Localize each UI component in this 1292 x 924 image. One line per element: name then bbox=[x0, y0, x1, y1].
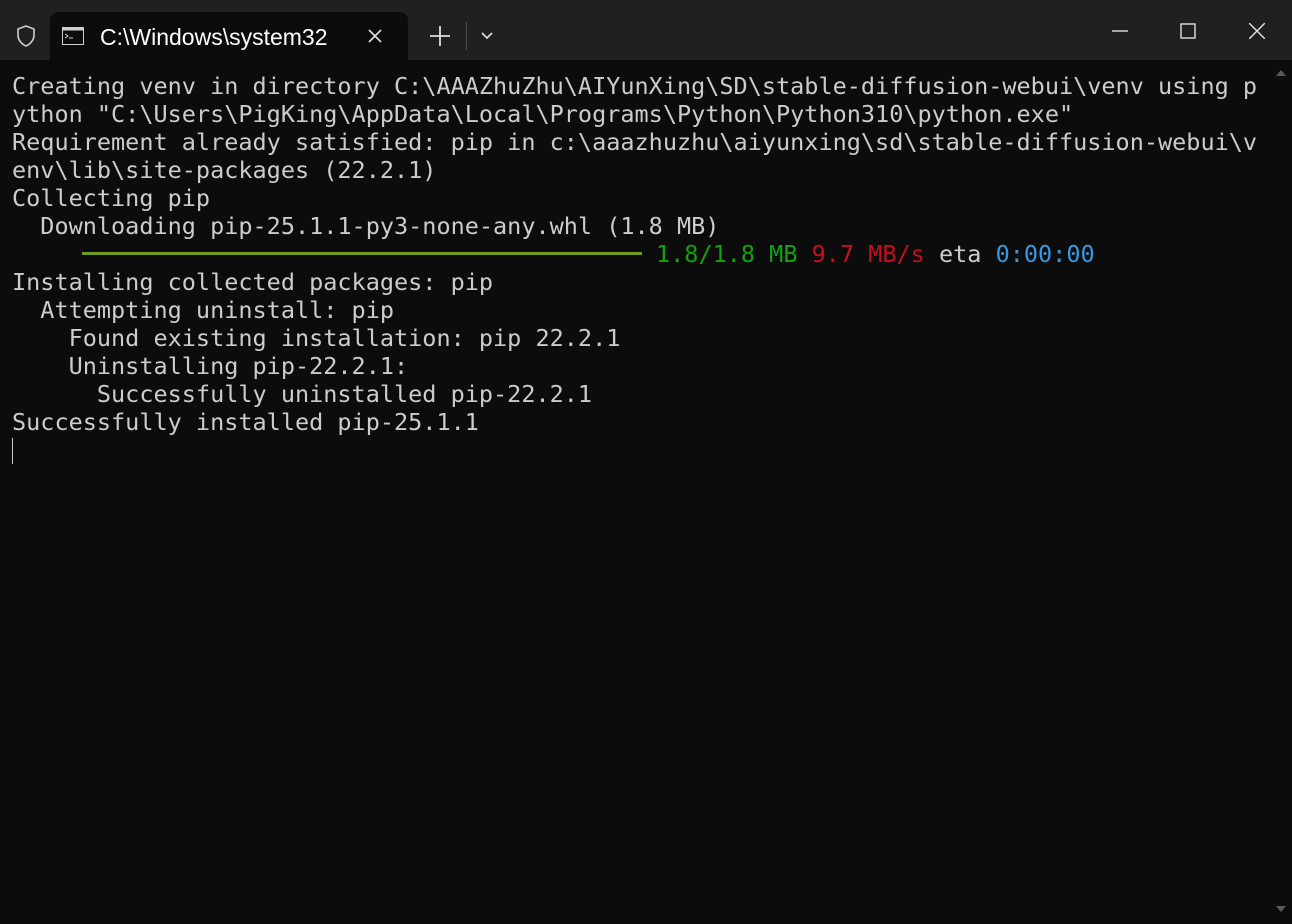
terminal-line: Creating venv in directory C:\AAAZhuZhu\… bbox=[12, 72, 1258, 100]
download-speed: 9.7 MB/s bbox=[811, 240, 925, 268]
chevron-down-icon bbox=[481, 32, 493, 40]
terminal-line: ython "C:\Users\PigKing\AppData\Local\Pr… bbox=[12, 100, 1074, 128]
console-icon bbox=[62, 27, 84, 45]
tab-command-prompt[interactable]: C:\Windows\system32 bbox=[50, 12, 408, 60]
eta-value: 0:00:00 bbox=[995, 240, 1095, 268]
close-icon bbox=[1249, 23, 1265, 39]
close-window-button[interactable] bbox=[1237, 16, 1277, 46]
maximize-button[interactable] bbox=[1168, 16, 1208, 46]
eta-label: eta bbox=[938, 240, 982, 268]
tab-title: C:\Windows\system32 bbox=[100, 24, 328, 50]
terminal-line: Successfully installed pip-25.1.1 bbox=[12, 408, 479, 436]
plus-icon bbox=[430, 26, 450, 46]
terminal-line: env\lib\site-packages (22.2.1) bbox=[12, 156, 437, 184]
maximize-icon bbox=[1180, 23, 1196, 39]
download-size: 1.8/1.8 MB bbox=[656, 240, 798, 268]
shield-icon[interactable] bbox=[14, 24, 38, 48]
terminal-line: Attempting uninstall: pip bbox=[12, 296, 395, 324]
tab-dropdown-button[interactable] bbox=[478, 28, 496, 44]
terminal-line: Found existing installation: pip 22.2.1 bbox=[12, 324, 621, 352]
terminal-line: Downloading pip-25.1.1-py3-none-any.whl … bbox=[12, 212, 720, 240]
minimize-button[interactable] bbox=[1100, 16, 1140, 46]
terminal-line: Installing collected packages: pip bbox=[12, 268, 494, 296]
tab-divider bbox=[466, 22, 467, 50]
download-stats: 1.8/1.8 MB 9.7 MB/s eta 0:00:00 bbox=[656, 240, 1095, 268]
scroll-up-icon[interactable] bbox=[1276, 70, 1286, 76]
download-progress-bar bbox=[82, 252, 642, 255]
terminal-line: Collecting pip bbox=[12, 184, 211, 212]
download-progress-line: 1.8/1.8 MB 9.7 MB/s eta 0:00:00 bbox=[12, 240, 1262, 268]
title-bar: C:\Windows\system32 bbox=[0, 0, 1292, 60]
terminal-output[interactable]: Creating venv in directory C:\AAAZhuZhu\… bbox=[12, 72, 1262, 912]
scroll-down-icon[interactable] bbox=[1276, 906, 1286, 912]
terminal-line: Requirement already satisfied: pip in c:… bbox=[12, 128, 1258, 156]
text-cursor bbox=[12, 438, 13, 464]
terminal-line: Successfully uninstalled pip-22.2.1 bbox=[12, 380, 593, 408]
scrollbar[interactable] bbox=[1268, 60, 1292, 924]
close-tab-icon[interactable] bbox=[366, 27, 384, 45]
terminal-line: Uninstalling pip-22.2.1: bbox=[12, 352, 409, 380]
minimize-icon bbox=[1112, 30, 1128, 32]
new-tab-button[interactable] bbox=[428, 24, 452, 48]
